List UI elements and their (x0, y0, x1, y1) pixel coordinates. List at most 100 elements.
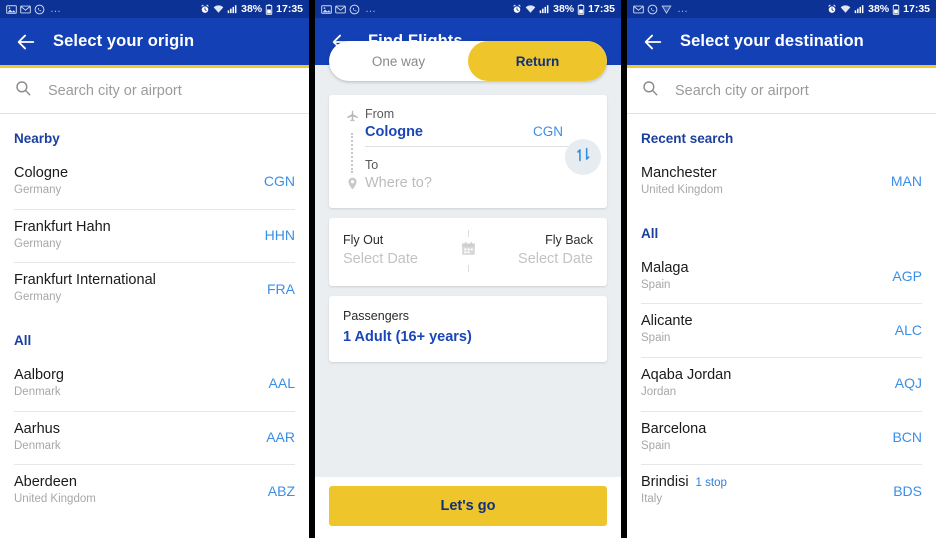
trip-type-tabs: One way Return (329, 41, 607, 81)
swap-vertical-icon (574, 145, 593, 169)
app-bar-destination: Select your destination (627, 18, 936, 65)
country-name: Denmark (14, 386, 61, 399)
origin-list: Nearby Cologne Germany CGN Frankfurt Hah… (0, 114, 309, 518)
list-item[interactable]: Alicante Spain ALC (627, 303, 936, 357)
battery-icon (892, 3, 900, 15)
list-item[interactable]: Malaga Spain AGP (627, 250, 936, 304)
battery-icon (577, 3, 585, 15)
route-card: From Cologne CGN To Where to? (329, 95, 607, 208)
destination-list: Recent search Manchester United Kingdom … (627, 114, 936, 518)
country-name: Spain (641, 332, 671, 345)
airport-code: HHN (264, 226, 295, 243)
signal-icon (539, 4, 550, 14)
fly-out-value: Select Date (343, 251, 418, 268)
wifi-icon (525, 4, 536, 14)
phone-screen-destination: … 38% 17:35 Select your destination Sear… (624, 0, 936, 538)
fly-out-field[interactable]: Fly Out Select Date (343, 231, 442, 271)
mail-icon (335, 4, 346, 15)
airport-code: FRA (267, 280, 295, 297)
city-name: Brindisi (641, 474, 689, 491)
section-header-nearby: Nearby (14, 131, 60, 146)
plane-icon (345, 109, 360, 129)
list-item[interactable]: Cologne Germany CGN (0, 155, 309, 209)
country-name: Germany (14, 237, 62, 250)
list-item[interactable]: Brindisi 1 stop Italy BDS (627, 464, 936, 518)
city-name: Aalborg (14, 366, 64, 383)
status-bar: … 38% 17:35 (627, 0, 936, 18)
country-name: United Kingdom (641, 184, 723, 197)
country-name: United Kingdom (14, 493, 96, 506)
status-bar: … 38% 17:35 (315, 0, 621, 18)
from-label: From (365, 107, 395, 121)
section-header-recent-search: Recent search (641, 131, 734, 146)
back-button[interactable] (13, 29, 39, 55)
clock-label: 17:35 (276, 2, 303, 15)
tab-one-way[interactable]: One way (329, 41, 468, 81)
dates-separator (442, 230, 494, 272)
wifi-icon (213, 4, 224, 14)
whatsapp-icon (34, 4, 45, 15)
city-name: Aqaba Jordan (641, 366, 732, 383)
fly-back-label: Fly Back (545, 233, 593, 248)
find-flights-body: One way Return From Cologne CGN To Where… (315, 41, 621, 538)
list-item[interactable]: Frankfurt International Germany FRA (0, 262, 309, 316)
city-name: Cologne (14, 165, 69, 181)
search-bar[interactable] (627, 68, 936, 114)
image-icon (321, 4, 332, 15)
list-item[interactable]: Aberdeen United Kingdom ABZ (0, 464, 309, 518)
to-value[interactable]: Where to? (365, 175, 595, 191)
whatsapp-icon (647, 4, 658, 15)
tab-return[interactable]: Return (468, 41, 607, 81)
battery-icon (265, 3, 273, 15)
country-name: Germany (14, 291, 62, 304)
battery-percent-label: 38% (241, 2, 263, 15)
city-name: Malaga (641, 259, 689, 276)
list-item[interactable]: Barcelona Spain BCN (627, 410, 936, 465)
list-item[interactable]: Manchester United Kingdom MAN (627, 155, 936, 209)
search-input[interactable] (48, 82, 295, 99)
list-item[interactable]: Aalborg Denmark AAL (0, 357, 309, 411)
passengers-label: Passengers (343, 309, 410, 323)
location-pin-icon (345, 176, 360, 196)
swap-button[interactable] (565, 139, 601, 175)
alarm-icon (827, 4, 837, 14)
airport-code: ABZ (267, 482, 295, 499)
list-item[interactable]: Aqaba Jordan Jordan AQJ (627, 356, 936, 411)
fly-back-field[interactable]: Fly Back Select Date (494, 231, 593, 271)
mail-icon (20, 4, 31, 15)
section-header-all: All (641, 225, 659, 241)
back-arrow-icon (15, 31, 37, 53)
from-value: Cologne (365, 123, 423, 140)
search-icon (641, 79, 659, 102)
page-title: Select your origin (53, 32, 195, 50)
from-field[interactable]: Cologne CGN (365, 124, 595, 147)
list-item[interactable]: Frankfurt Hahn Germany HHN (0, 208, 309, 263)
status-overflow-dots: … (677, 2, 689, 15)
search-bar[interactable] (0, 68, 309, 114)
airport-code: AGP (892, 267, 922, 284)
phone-screen-origin: … 38% 17:35 Select your origin Search ci… (0, 0, 312, 538)
list-item[interactable]: Aarhus Denmark AAR (0, 410, 309, 465)
status-overflow-dots: … (50, 2, 62, 15)
city-name: Frankfurt Hahn (14, 218, 111, 235)
airport-code: AAR (266, 428, 295, 445)
clock-label: 17:35 (903, 2, 930, 15)
image-icon (6, 4, 17, 15)
country-name: Spain (641, 439, 671, 452)
airport-code: AQJ (894, 375, 922, 392)
clock-label: 17:35 (588, 2, 615, 15)
search-input[interactable] (675, 82, 922, 99)
lets-go-button[interactable]: Let's go (329, 486, 607, 526)
stop-badge: 1 stop (695, 477, 727, 490)
passengers-card[interactable]: Passengers 1 Adult (16+ years) (329, 296, 607, 362)
dates-card: Fly Out Select Date Fly Back Select Date (329, 218, 607, 286)
city-name: Alicante (641, 313, 693, 330)
alarm-icon (200, 4, 210, 14)
back-arrow-icon (642, 31, 664, 53)
battery-percent-label: 38% (553, 2, 575, 15)
back-button[interactable] (640, 29, 666, 55)
fly-back-value: Select Date (518, 251, 593, 268)
country-name: Italy (641, 493, 663, 506)
cta-container: Let's go (315, 477, 621, 538)
city-name: Barcelona (641, 420, 707, 437)
